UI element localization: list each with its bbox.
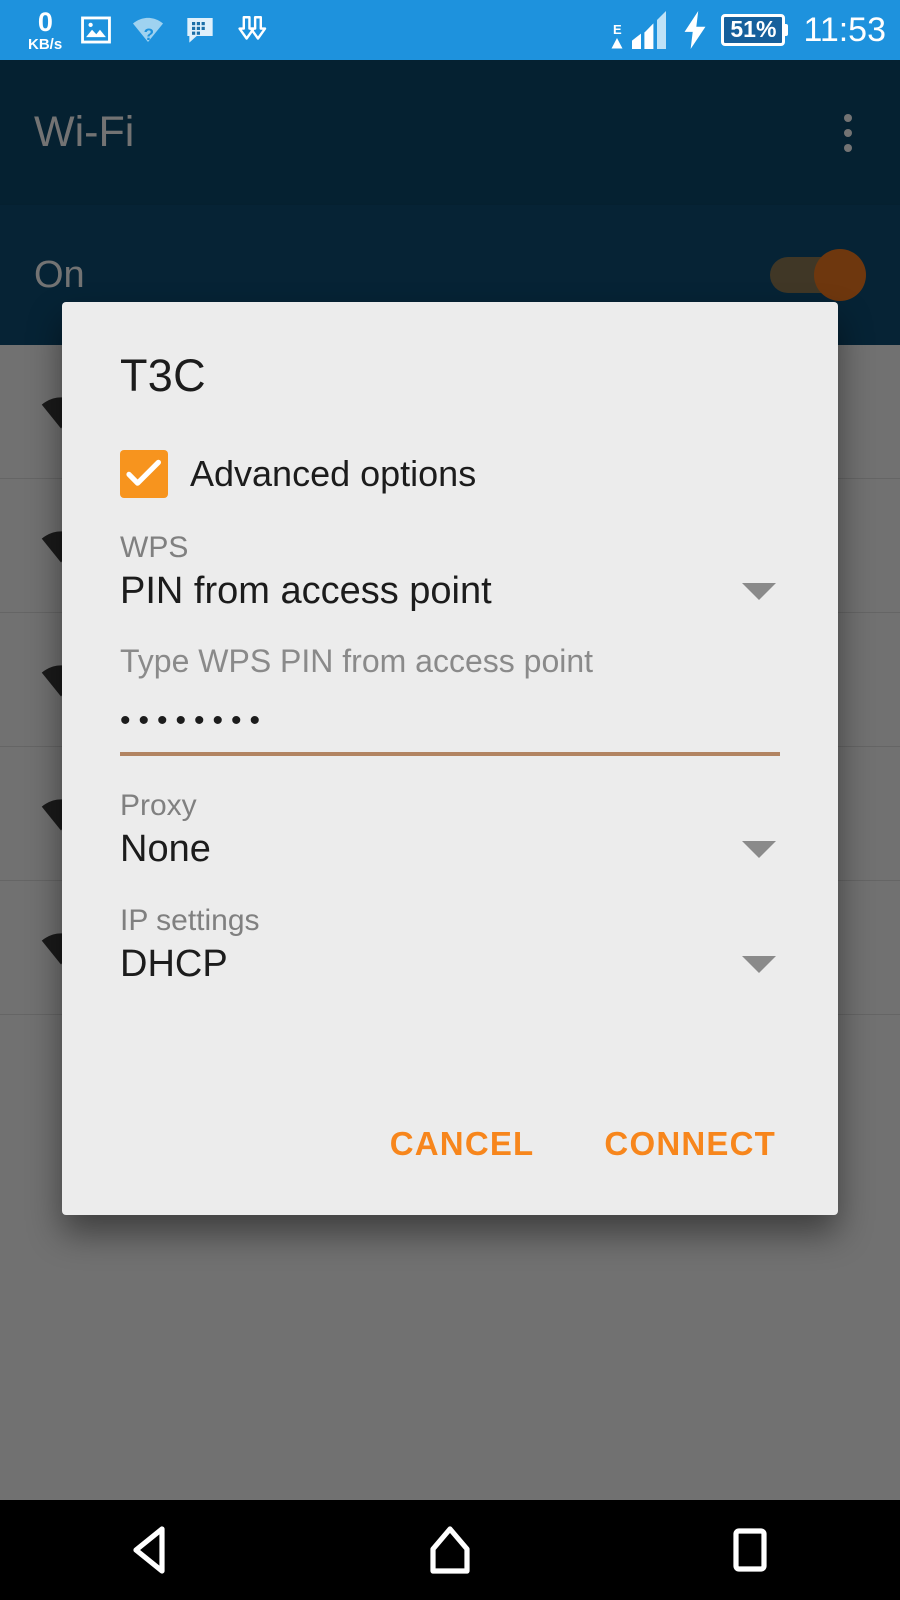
dialog-actions: CANCEL CONNECT bbox=[386, 1115, 780, 1173]
wps-field: WPS PIN from access point bbox=[120, 531, 780, 613]
phone-screen: Wi-Fi On bbox=[0, 0, 900, 1600]
dialog-title: T3C bbox=[120, 350, 206, 401]
status-bar: 0 KB/s ? E 51% 11:53 bbox=[0, 0, 900, 60]
battery-cap bbox=[784, 24, 789, 36]
ip-settings-spinner[interactable]: DHCP bbox=[120, 943, 780, 986]
network-type-label: E bbox=[613, 22, 622, 38]
bbm-message-icon bbox=[187, 18, 213, 43]
recents-icon bbox=[733, 1528, 767, 1572]
status-bar-clock: 11:53 bbox=[803, 10, 886, 49]
advanced-options-row[interactable]: Advanced options bbox=[120, 450, 780, 498]
back-icon bbox=[133, 1526, 165, 1574]
network-speed-unit: KB/s bbox=[28, 35, 63, 53]
wps-pin-field[interactable]: Type WPS PIN from access point •••••••• bbox=[120, 643, 780, 756]
wps-selected-value: PIN from access point bbox=[120, 570, 492, 612]
checkmark-icon bbox=[126, 459, 161, 486]
advanced-options-checkbox[interactable] bbox=[120, 450, 168, 498]
proxy-spinner[interactable]: None bbox=[120, 828, 780, 871]
cancel-button[interactable]: CANCEL bbox=[386, 1115, 539, 1173]
proxy-label: Proxy bbox=[120, 789, 197, 822]
chevron-down-icon bbox=[742, 956, 776, 973]
signal-bars-icon bbox=[632, 11, 667, 49]
connect-button[interactable]: CONNECT bbox=[600, 1115, 780, 1173]
recents-button[interactable] bbox=[690, 1500, 810, 1600]
proxy-field: Proxy None bbox=[120, 789, 780, 871]
back-button[interactable] bbox=[90, 1500, 210, 1600]
chevron-down-icon bbox=[742, 583, 776, 600]
network-speed-value: 0 bbox=[37, 6, 53, 37]
home-icon bbox=[430, 1526, 470, 1574]
battery-indicator: 51% bbox=[721, 14, 789, 46]
wps-pin-label: Type WPS PIN from access point bbox=[120, 643, 594, 679]
navigation-bar bbox=[0, 1500, 900, 1600]
ip-settings-field: IP settings DHCP bbox=[120, 904, 780, 986]
advanced-options-label: Advanced options bbox=[190, 453, 477, 494]
network-speed-indicator: 0 KB/s bbox=[28, 6, 63, 53]
charging-bolt-icon bbox=[684, 11, 706, 49]
ip-settings-label: IP settings bbox=[120, 904, 260, 937]
cellular-signal-indicator: E bbox=[610, 9, 669, 51]
svg-text:?: ? bbox=[144, 25, 154, 44]
ip-settings-selected-value: DHCP bbox=[120, 943, 228, 985]
wps-label: WPS bbox=[120, 531, 189, 564]
download-arrows-icon bbox=[238, 16, 267, 40]
proxy-selected-value: None bbox=[120, 828, 211, 870]
chevron-down-icon bbox=[742, 841, 776, 858]
wps-pin-underline bbox=[120, 752, 780, 756]
home-button[interactable] bbox=[390, 1500, 510, 1600]
gallery-icon bbox=[81, 16, 112, 44]
wifi-question-icon: ? bbox=[133, 17, 164, 44]
wps-spinner[interactable]: PIN from access point bbox=[120, 570, 780, 613]
wifi-connect-dialog: T3C Advanced options WPS PIN from access… bbox=[62, 302, 838, 1215]
battery-level-label: 51% bbox=[721, 14, 786, 46]
data-arrow-icon bbox=[611, 38, 623, 49]
wps-pin-input[interactable]: •••••••• bbox=[120, 702, 780, 740]
